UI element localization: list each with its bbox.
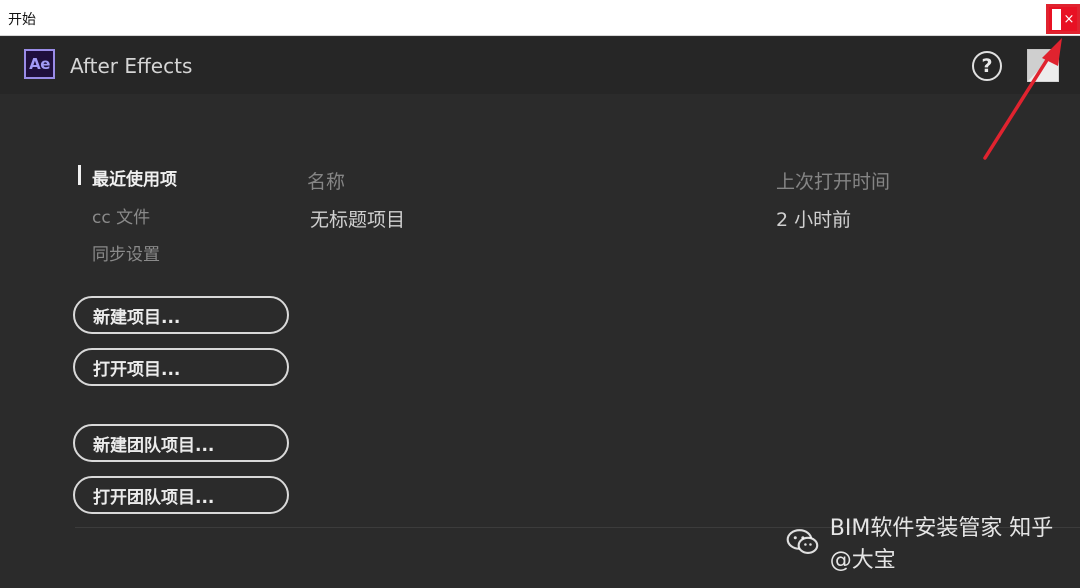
annotation-arrow-icon bbox=[983, 38, 1062, 160]
